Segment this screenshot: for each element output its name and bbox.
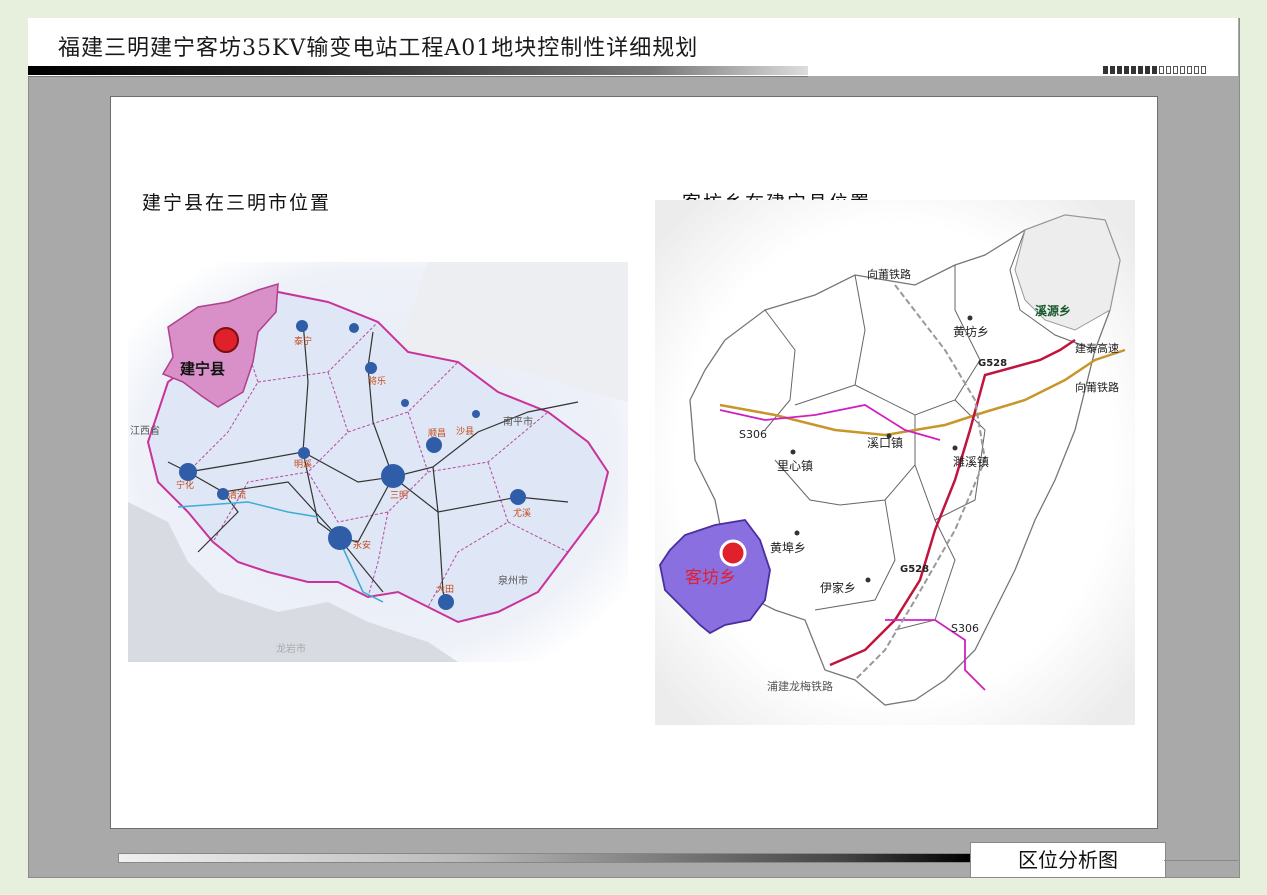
region-longyan: 龙岩市 <box>276 642 306 655</box>
city-shunchang: 顺昌 <box>428 428 446 439</box>
city-shaxian: 沙县 <box>456 426 474 437</box>
kefang-label: 客坊乡 <box>685 568 736 588</box>
header-rule <box>28 76 808 77</box>
jianning-marker <box>213 327 239 353</box>
city-sanming: 三明 <box>390 490 408 501</box>
city-mingxi: 明溪 <box>294 458 312 470</box>
township-xikou: 溪口镇 <box>867 436 903 450</box>
jianning-county-map: 客坊乡 溪源乡 黄坊乡 溪口镇 里心镇 濉溪镇 黄埠乡 伊家乡 向莆铁路 建泰高… <box>655 200 1135 725</box>
header-ticks <box>1103 66 1206 74</box>
left-map-title: 建宁县在三明市位置 <box>142 192 332 214</box>
region-jiangxi: 江西省 <box>130 424 160 437</box>
city-youxi: 尤溪 <box>513 507 531 519</box>
city-qingliu: 清流 <box>228 489 246 501</box>
expressway-label: 建泰高速 <box>1075 341 1119 355</box>
footer-bar <box>118 853 972 863</box>
g528-label-south: G528 <box>900 564 929 575</box>
g528-label-north: G528 <box>978 358 1007 369</box>
city-datian: 大田 <box>436 583 454 595</box>
page-title: 福建三明建宁客坊35KV输变电站工程A01地块控制性详细规划 <box>58 36 699 61</box>
rail-label-right: 向莆铁路 <box>1075 380 1119 394</box>
drawing-name-label: 区位分析图 <box>970 842 1166 877</box>
township-junxi: 濉溪镇 <box>953 454 989 469</box>
s306-label-east: S306 <box>951 622 979 635</box>
city-taining: 泰宁 <box>294 335 312 347</box>
city-yongan: 永安 <box>353 539 371 551</box>
township-huangbu: 黄埠乡 <box>770 541 806 555</box>
region-nanping: 南平市 <box>503 415 533 428</box>
township-xiyuan: 溪源乡 <box>1035 303 1071 318</box>
header-bar <box>28 66 808 75</box>
header: 福建三明建宁客坊35KV输变电站工程A01地块控制性详细规划 <box>28 18 1238 77</box>
pujian-rail-label: 浦建龙梅铁路 <box>767 679 833 693</box>
city-ninghua: 宁化 <box>176 479 194 491</box>
township-lixin: 里心镇 <box>777 459 813 473</box>
footer-rule <box>1164 860 1238 861</box>
township-huangfang: 黄坊乡 <box>953 324 989 339</box>
city-jiangle: 将乐 <box>368 375 386 387</box>
jianning-label: 建宁县 <box>180 360 225 378</box>
township-yijia: 伊家乡 <box>820 580 856 595</box>
kefang-marker <box>719 539 747 567</box>
sanming-city-map: 建宁县 泰宁 将乐 顺昌 宁化 清流 明溪 三明 尤溪 永安 大田 沙县 江西省… <box>128 262 628 662</box>
rail-label-top: 向莆铁路 <box>867 267 911 281</box>
region-quanzhou: 泉州市 <box>498 574 528 587</box>
s306-label-west: S306 <box>739 428 767 441</box>
